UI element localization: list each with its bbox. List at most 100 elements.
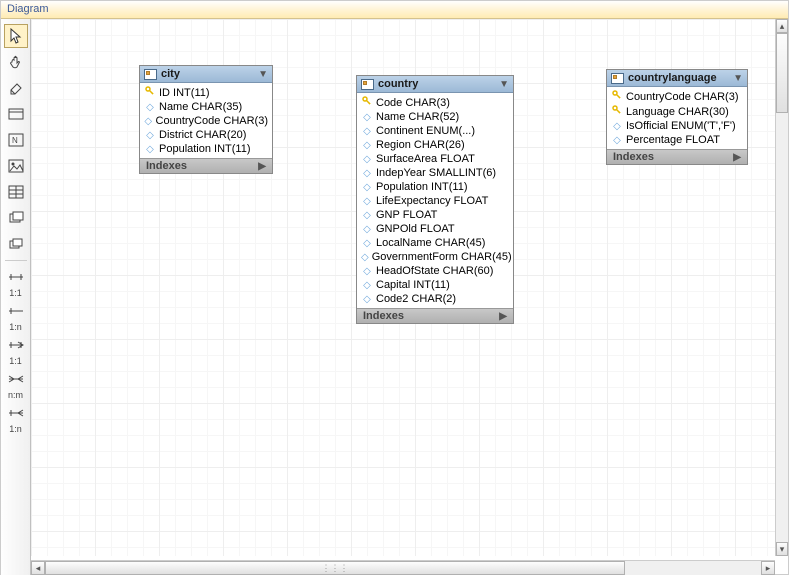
vertical-scrollbar[interactable]: ▴ ▾ [775,19,788,556]
diamond-icon: ◇ [361,238,373,249]
column-text: CountryCode CHAR(3) [156,115,268,127]
vertical-scroll-thumb[interactable] [776,33,788,113]
column-text: Code CHAR(3) [376,97,450,109]
entity-table-country[interactable]: country▼Code CHAR(3)◇Name CHAR(52)◇Conti… [356,75,514,324]
column-row[interactable]: ID INT(11) [140,85,272,100]
column-row[interactable]: ◇IndepYear SMALLINT(6) [357,166,513,180]
relation-n-m-tool[interactable] [4,367,28,391]
scroll-down-arrow[interactable]: ▾ [776,542,788,556]
column-text: HeadOfState CHAR(60) [376,265,493,277]
diamond-icon: ◇ [361,266,373,277]
diagram-canvas[interactable]: city▼ID INT(11)◇Name CHAR(35)◇CountryCod… [31,19,776,556]
diamond-icon: ◇ [361,294,373,305]
entity-footer[interactable]: Indexes ▶ [607,149,747,164]
column-row[interactable]: ◇SurfaceArea FLOAT [357,152,513,166]
column-text: Capital INT(11) [376,279,450,291]
view1-tool[interactable] [4,206,28,230]
eraser-tool[interactable] [4,76,28,100]
relation-1-n-id-label: 1:n [9,424,22,434]
column-text: Continent ENUM(...) [376,125,475,137]
canvas-wrap: city▼ID INT(11)◇Name CHAR(35)◇CountryCod… [31,19,788,575]
diamond-icon: ◇ [144,102,156,113]
collapse-icon[interactable]: ▼ [258,69,268,80]
collapse-icon[interactable]: ▼ [499,79,509,90]
column-row[interactable]: Language CHAR(30) [607,104,747,119]
column-row[interactable]: ◇Name CHAR(52) [357,110,513,124]
scroll-left-arrow[interactable]: ◂ [31,561,45,575]
hand-tool[interactable] [4,50,28,74]
horizontal-scroll-thumb[interactable]: ⋮⋮⋮ [45,561,625,575]
column-text: Population INT(11) [376,181,468,193]
view2-tool[interactable] [4,232,28,256]
relation-1-1-tool[interactable] [4,265,28,289]
relation-1-n-tool[interactable] [4,299,28,323]
footer-label: Indexes [613,151,654,163]
column-text: GNP FLOAT [376,209,437,221]
pointer-tool[interactable] [4,24,28,48]
horizontal-scrollbar[interactable]: ◂ ⋮⋮⋮ ▸ [31,560,775,575]
note-tool[interactable]: N [4,128,28,152]
footer-label: Indexes [363,310,404,322]
diamond-icon: ◇ [361,280,373,291]
diamond-icon: ◇ [361,154,373,165]
diamond-icon: ◇ [361,252,369,263]
column-row[interactable]: ◇Continent ENUM(...) [357,124,513,138]
column-row[interactable]: ◇CountryCode CHAR(3) [140,114,272,128]
column-row[interactable]: ◇Capital INT(11) [357,278,513,292]
column-row[interactable]: ◇LifeExpectancy FLOAT [357,194,513,208]
diamond-icon: ◇ [361,168,373,179]
expand-icon[interactable]: ▶ [499,311,507,322]
entity-footer[interactable]: Indexes▶ [140,158,272,173]
entity-header[interactable]: country ▼ [357,76,513,93]
column-row[interactable]: CountryCode CHAR(3) [607,89,747,104]
expand-icon[interactable]: ▶ [258,161,266,172]
column-text: Name CHAR(52) [376,111,459,123]
column-text: GovernmentForm CHAR(45) [372,251,512,263]
entity-table-city[interactable]: city▼ID INT(11)◇Name CHAR(35)◇CountryCod… [139,65,273,174]
column-row[interactable]: ◇Population INT(11) [357,180,513,194]
key-icon [144,86,156,99]
column-row[interactable]: ◇LocalName CHAR(45) [357,236,513,250]
column-text: District CHAR(20) [159,129,246,141]
column-row[interactable]: ◇Percentage FLOAT [607,133,747,147]
relation-1-1-id-label: 1:1 [9,356,22,366]
column-text: IsOfficial ENUM('T','F') [626,120,736,132]
column-row[interactable]: ◇GovernmentForm CHAR(45) [357,250,513,264]
window-title-bar: Diagram [1,1,788,19]
column-row[interactable]: ◇GNPOld FLOAT [357,222,513,236]
scroll-right-arrow[interactable]: ▸ [761,561,775,575]
column-row[interactable]: ◇Code2 CHAR(2) [357,292,513,306]
column-row[interactable]: ◇District CHAR(20) [140,128,272,142]
column-row[interactable]: ◇Population INT(11) [140,142,272,156]
layer-tool[interactable] [4,102,28,126]
entity-columns: CountryCode CHAR(3)Language CHAR(30)◇IsO… [607,87,747,149]
column-row[interactable]: ◇IsOfficial ENUM('T','F') [607,119,747,133]
column-text: LocalName CHAR(45) [376,237,485,249]
column-text: Percentage FLOAT [626,134,720,146]
scroll-up-arrow[interactable]: ▴ [776,19,788,33]
column-row[interactable]: Code CHAR(3) [357,95,513,110]
toolbar-separator [5,260,27,261]
column-row[interactable]: ◇HeadOfState CHAR(60) [357,264,513,278]
table-tool[interactable] [4,180,28,204]
entity-table-countrylanguage[interactable]: countrylanguage▼CountryCode CHAR(3)Langu… [606,69,748,165]
expand-icon[interactable]: ▶ [733,152,741,163]
column-row[interactable]: ◇GNP FLOAT [357,208,513,222]
column-row[interactable]: ◇Name CHAR(35) [140,100,272,114]
diamond-icon: ◇ [361,182,373,193]
entity-title: country [378,78,418,90]
collapse-icon[interactable]: ▼ [733,73,743,84]
svg-text:N: N [12,136,18,145]
column-text: Code2 CHAR(2) [376,293,456,305]
entity-footer[interactable]: Indexes ▶ [357,308,513,323]
image-tool[interactable] [4,154,28,178]
column-text: IndepYear SMALLINT(6) [376,167,496,179]
entity-columns: ID INT(11)◇Name CHAR(35)◇CountryCode CHA… [140,83,272,158]
relation-1-n-label: 1:n [9,322,22,332]
column-row[interactable]: ◇Region CHAR(26) [357,138,513,152]
entity-header[interactable]: city▼ [140,66,272,83]
relation-1-n-id-tool[interactable] [4,401,28,425]
entity-header[interactable]: countrylanguage▼ [607,70,747,87]
window-title: Diagram [7,3,49,15]
relation-1-1-id-tool[interactable] [4,333,28,357]
